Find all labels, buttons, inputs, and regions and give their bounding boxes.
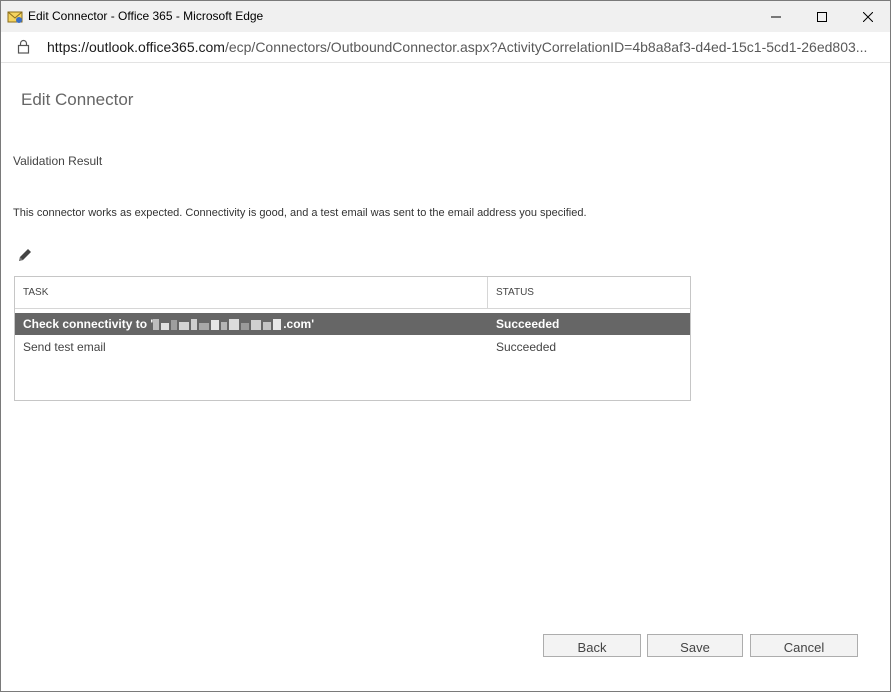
window-title: Edit Connector - Office 365 - Microsoft … (28, 9, 264, 23)
column-header-status[interactable]: STATUS (496, 287, 534, 298)
task-text-end: .com' (283, 317, 315, 331)
table-row[interactable]: Send test email Succeeded (15, 336, 690, 358)
redacted-domain (153, 319, 282, 331)
envelope-icon (7, 11, 23, 23)
status-cell: Succeeded (496, 340, 557, 354)
column-header-task[interactable]: TASK (23, 287, 48, 298)
maximize-button[interactable] (799, 1, 845, 32)
back-button[interactable]: Back (543, 634, 641, 657)
url-path: /ecp/Connectors/OutboundConnector.aspx?A… (224, 39, 868, 55)
task-cell: Send test email (23, 340, 106, 354)
minimize-icon (771, 16, 781, 17)
result-message: This connector works as expected. Connec… (13, 207, 587, 219)
pencil-icon[interactable] (16, 246, 34, 264)
table-row[interactable]: Check connectivity to ' .com' Succeeded (15, 313, 690, 335)
page-title: Edit Connector (21, 90, 134, 109)
minimize-button[interactable] (753, 1, 799, 32)
close-icon (863, 11, 873, 22)
table-header: TASK STATUS (15, 277, 690, 309)
task-cell: Check connectivity to ' .com' (23, 317, 314, 332)
section-title: Validation Result (13, 154, 103, 168)
browser-window: Edit Connector - Office 365 - Microsoft … (0, 0, 891, 692)
title-bar[interactable]: Edit Connector - Office 365 - Microsoft … (1, 1, 890, 32)
save-button[interactable]: Save (647, 634, 743, 657)
url-host: https://outlook.office365.com (47, 39, 225, 55)
task-text-start: Check connectivity to ' (23, 317, 154, 331)
url-text[interactable]: https://outlook.office365.com/ecp/Connec… (47, 39, 867, 55)
status-cell: Succeeded (496, 317, 560, 331)
task-status-table: TASK STATUS Check connectivity to ' .com… (14, 276, 691, 401)
close-button[interactable] (845, 1, 890, 32)
lock-icon (17, 39, 30, 54)
maximize-icon (817, 11, 827, 22)
cancel-button[interactable]: Cancel (750, 634, 858, 657)
address-bar[interactable]: https://outlook.office365.com/ecp/Connec… (1, 32, 890, 63)
column-divider[interactable] (487, 277, 488, 308)
